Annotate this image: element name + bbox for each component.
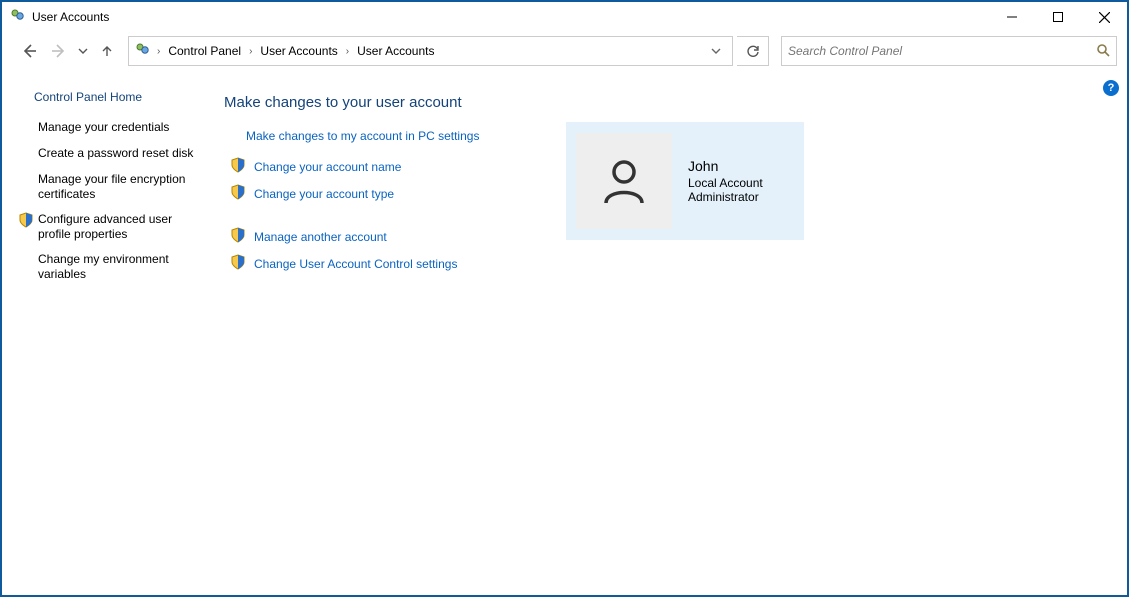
sidebar-label: Change my environment variables bbox=[38, 252, 206, 282]
link-text: Make changes to my account in PC setting… bbox=[246, 129, 479, 143]
recent-dropdown[interactable] bbox=[76, 38, 90, 64]
change-uac-settings-link[interactable]: Change User Account Control settings bbox=[224, 254, 1117, 273]
navigation-bar: › Control Panel › User Accounts › User A… bbox=[2, 32, 1127, 74]
close-button[interactable] bbox=[1081, 2, 1127, 32]
spacer bbox=[18, 252, 34, 268]
search-box[interactable] bbox=[781, 36, 1117, 66]
sidebar-item-create-password-reset-disk[interactable]: Create a password reset disk bbox=[16, 146, 206, 162]
address-history-dropdown[interactable] bbox=[704, 46, 728, 56]
chevron-right-icon[interactable]: › bbox=[247, 46, 254, 57]
shield-icon bbox=[230, 157, 246, 176]
spacer bbox=[18, 172, 34, 188]
sidebar-item-manage-encryption-certificates[interactable]: Manage your file encryption certificates bbox=[16, 172, 206, 202]
sidebar-label: Configure advanced user profile properti… bbox=[38, 212, 206, 242]
sidebar: Control Panel Home Manage your credentia… bbox=[16, 86, 216, 297]
chevron-right-icon[interactable]: › bbox=[344, 46, 351, 57]
control-panel-home-link[interactable]: Control Panel Home bbox=[34, 90, 206, 104]
breadcrumb-item[interactable]: Control Panel bbox=[166, 42, 243, 60]
page-heading: Make changes to your user account bbox=[224, 94, 1117, 111]
link-text: Manage another account bbox=[254, 230, 387, 244]
sidebar-item-change-environment-variables[interactable]: Change my environment variables bbox=[16, 252, 206, 282]
refresh-button[interactable] bbox=[737, 36, 769, 66]
user-account-type: Local Account bbox=[688, 176, 763, 190]
back-button[interactable] bbox=[16, 38, 42, 64]
link-text: Change User Account Control settings bbox=[254, 257, 457, 271]
sidebar-item-manage-credentials[interactable]: Manage your credentials bbox=[16, 120, 206, 136]
sidebar-label: Create a password reset disk bbox=[38, 146, 193, 161]
app-icon bbox=[10, 8, 26, 27]
user-name: John bbox=[688, 158, 763, 174]
sidebar-item-configure-advanced-profile[interactable]: Configure advanced user profile properti… bbox=[16, 212, 206, 242]
breadcrumb-item[interactable]: User Accounts bbox=[258, 42, 339, 60]
shield-icon bbox=[230, 254, 246, 273]
search-input[interactable] bbox=[788, 44, 1096, 58]
search-icon[interactable] bbox=[1096, 43, 1110, 60]
avatar bbox=[576, 133, 672, 229]
address-bar[interactable]: › Control Panel › User Accounts › User A… bbox=[128, 36, 733, 66]
shield-icon bbox=[230, 227, 246, 246]
window-title: User Accounts bbox=[32, 10, 109, 24]
sidebar-label: Manage your credentials bbox=[38, 120, 169, 135]
shield-icon bbox=[230, 184, 246, 203]
window-controls bbox=[989, 2, 1127, 32]
maximize-button[interactable] bbox=[1035, 2, 1081, 32]
main-panel: Make changes to your user account Make c… bbox=[216, 86, 1117, 297]
spacer bbox=[18, 146, 34, 162]
titlebar: User Accounts bbox=[2, 2, 1127, 32]
breadcrumb-item[interactable]: User Accounts bbox=[355, 42, 436, 60]
help-icon[interactable]: ? bbox=[1103, 80, 1119, 96]
sidebar-label: Manage your file encryption certificates bbox=[38, 172, 206, 202]
up-button[interactable] bbox=[94, 38, 120, 64]
address-icon bbox=[135, 42, 151, 61]
link-text: Change your account type bbox=[254, 187, 394, 201]
content-area: ? Control Panel Home Manage your credent… bbox=[2, 74, 1127, 297]
link-text: Change your account name bbox=[254, 160, 401, 174]
minimize-button[interactable] bbox=[989, 2, 1035, 32]
shield-icon bbox=[18, 212, 34, 228]
forward-button[interactable] bbox=[46, 38, 72, 64]
chevron-right-icon[interactable]: › bbox=[155, 46, 162, 57]
current-user-card[interactable]: John Local Account Administrator bbox=[566, 122, 804, 240]
user-role: Administrator bbox=[688, 190, 763, 204]
user-info: John Local Account Administrator bbox=[688, 158, 763, 204]
spacer bbox=[18, 120, 34, 136]
